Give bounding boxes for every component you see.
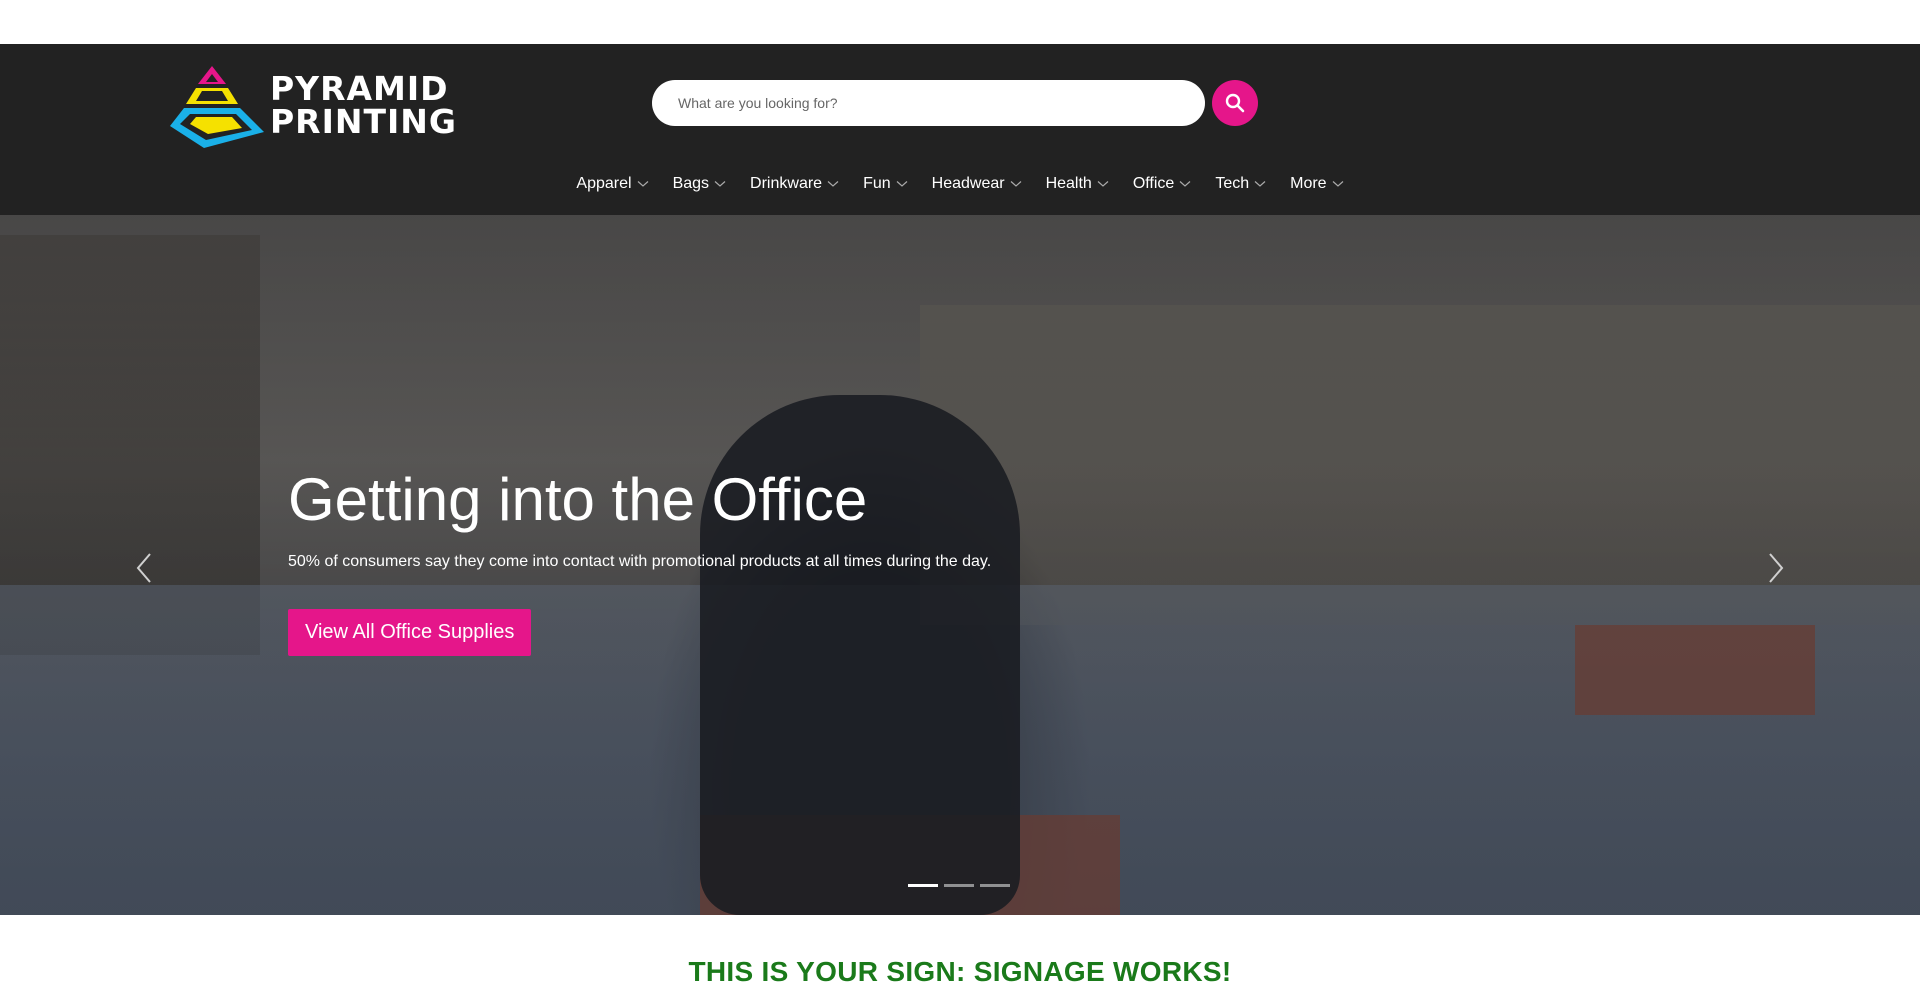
- search-icon: [1225, 93, 1245, 113]
- nav-item-label: Apparel: [576, 175, 632, 192]
- nav-item-tech[interactable]: Tech: [1215, 175, 1266, 193]
- slider-next-button[interactable]: [1764, 550, 1788, 586]
- top-strip: [0, 0, 1920, 44]
- hero-slider: Getting into the Office 50% of consumers…: [0, 215, 1920, 915]
- chevron-down-icon: [714, 181, 726, 187]
- slider-pagination: [908, 884, 1010, 887]
- chevron-right-icon: [1769, 553, 1784, 583]
- chevron-down-icon: [1332, 181, 1343, 187]
- chevron-down-icon: [637, 181, 648, 187]
- slider-prev-button[interactable]: [132, 550, 156, 586]
- site-header: PYRAMID PRINTING Apparel Bags Drinkware …: [0, 44, 1920, 215]
- chevron-down-icon: [1254, 181, 1266, 187]
- slider-dot-1[interactable]: [908, 884, 938, 887]
- chevron-down-icon: [827, 181, 839, 187]
- nav-item-label: Tech: [1215, 175, 1250, 192]
- nav-item-label: Office: [1132, 175, 1175, 192]
- nav-item-apparel[interactable]: Apparel: [576, 175, 648, 193]
- nav-item-office[interactable]: Office: [1133, 175, 1192, 193]
- hero-content: Getting into the Office 50% of consumers…: [288, 465, 991, 656]
- nav-item-label: Bags: [672, 175, 710, 192]
- nav-item-headwear[interactable]: Headwear: [932, 175, 1022, 193]
- category-nav: Apparel Bags Drinkware Fun Headwear Heal…: [0, 164, 1920, 204]
- view-office-supplies-button[interactable]: View All Office Supplies: [288, 609, 532, 656]
- search-button[interactable]: [1212, 80, 1258, 126]
- hero-title: Getting into the Office: [288, 466, 868, 533]
- slider-dot-2[interactable]: [944, 884, 974, 887]
- nav-item-label: More: [1290, 175, 1327, 192]
- chevron-down-icon: [1010, 181, 1021, 187]
- slider-dot-3[interactable]: [980, 884, 1010, 887]
- chevron-down-icon: [896, 181, 908, 187]
- brand-line-2: PRINTING: [270, 102, 457, 141]
- chevron-left-icon: [136, 553, 151, 583]
- pyramid-logo-icon: [170, 66, 264, 148]
- chevron-down-icon: [1179, 181, 1191, 187]
- chevron-down-icon: [1097, 181, 1109, 187]
- brand-logo[interactable]: PYRAMID PRINTING: [168, 62, 473, 148]
- nav-item-label: Fun: [863, 175, 891, 192]
- nav-item-health[interactable]: Health: [1046, 175, 1109, 193]
- brand-wordmark: PYRAMID PRINTING: [270, 72, 457, 138]
- nav-item-bags[interactable]: Bags: [673, 175, 726, 193]
- nav-item-drinkware[interactable]: Drinkware: [750, 175, 839, 193]
- hero-subtitle: 50% of consumers say they come into cont…: [288, 553, 992, 570]
- nav-item-fun[interactable]: Fun: [863, 175, 908, 193]
- nav-item-label: Drinkware: [750, 175, 823, 192]
- nav-item-label: Health: [1045, 175, 1092, 192]
- hero-background-planter: [1575, 625, 1815, 715]
- nav-item-more[interactable]: More: [1290, 175, 1343, 193]
- promo-heading: THIS IS YOUR SIGN: SIGNAGE WORKS!: [688, 956, 1232, 987]
- nav-item-label: Headwear: [931, 175, 1005, 192]
- brand-line-1: PYRAMID: [270, 69, 449, 108]
- search-input[interactable]: [652, 80, 1205, 126]
